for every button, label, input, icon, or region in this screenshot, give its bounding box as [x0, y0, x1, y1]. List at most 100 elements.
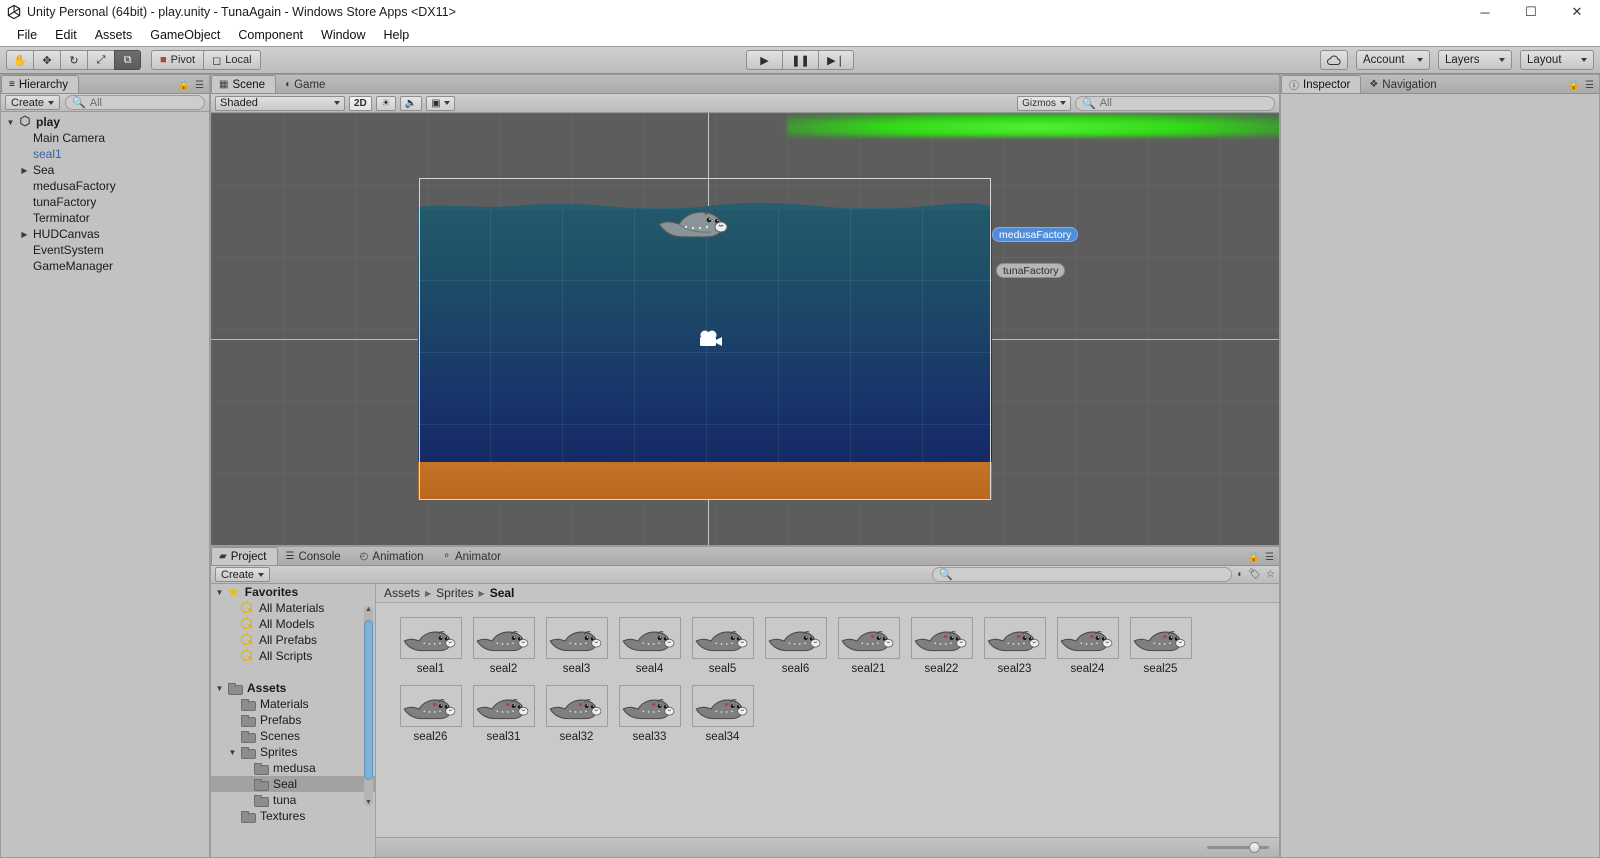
camera-gizmo-icon[interactable] — [698, 329, 724, 349]
project-tree-item-materials[interactable]: Materials — [211, 696, 375, 712]
asset-item[interactable]: seal26 — [394, 685, 467, 743]
gizmo-search-input[interactable]: 🔍 All — [1075, 95, 1275, 111]
hierarchy-item-tunafactory[interactable]: tunaFactory — [1, 194, 209, 210]
project-tree-item-favorites[interactable]: ▼ ★ Favorites — [211, 584, 375, 600]
panel-menu-icon[interactable]: ☰ — [195, 80, 204, 91]
asset-item[interactable]: seal24 — [1051, 617, 1124, 675]
project-tree-scrollbar[interactable]: ▲ ▼ — [364, 606, 373, 806]
hierarchy-item-medusafactory[interactable]: medusaFactory — [1, 178, 209, 194]
breadcrumb-item-seal[interactable]: Seal — [490, 586, 515, 600]
hierarchy-item-seal1[interactable]: seal1 — [1, 146, 209, 162]
scene-lighting-toggle[interactable]: ☀ — [375, 95, 396, 111]
collapse-arrow-icon[interactable]: ▼ — [227, 748, 238, 757]
tab-scene[interactable]: ▦ Scene — [211, 75, 277, 93]
gizmo-label-medusafactory[interactable]: medusaFactory — [992, 227, 1079, 242]
project-tree-item-all-prefabs[interactable]: All Prefabs — [211, 632, 375, 648]
rect-tool[interactable]: ⧉ — [114, 50, 141, 70]
rotate-tool[interactable]: ↻ — [60, 50, 87, 70]
menu-item-component[interactable]: Component — [229, 26, 312, 44]
toggle-2d-button[interactable]: 2D — [349, 95, 372, 111]
breadcrumb-item-assets[interactable]: Assets — [384, 586, 420, 600]
asset-item[interactable]: seal5 — [686, 617, 759, 675]
account-dropdown[interactable]: Account — [1356, 50, 1430, 70]
tab-hierarchy[interactable]: ≡ Hierarchy — [1, 75, 80, 93]
filter-by-type-icon[interactable]: ◐ — [1237, 569, 1243, 580]
breadcrumb-item-sprites[interactable]: Sprites — [436, 586, 473, 600]
expand-arrow-icon[interactable]: ▶ — [19, 166, 30, 175]
asset-item[interactable]: seal21 — [832, 617, 905, 675]
tab-animator[interactable]: ⚬ Animator — [435, 547, 512, 565]
project-tree-item-all-materials[interactable]: All Materials — [211, 600, 375, 616]
project-tree-item-all-models[interactable]: All Models — [211, 616, 375, 632]
collapse-arrow-icon[interactable]: ▼ — [5, 118, 16, 127]
gizmo-label-tunafactory[interactable]: tunaFactory — [996, 263, 1066, 278]
hierarchy-item-main-camera[interactable]: Main Camera — [1, 130, 209, 146]
hierarchy-item-hudcanvas[interactable]: ▶ HUDCanvas — [1, 226, 209, 242]
play-button[interactable]: ▶ — [746, 50, 782, 70]
tab-navigation[interactable]: ❖ Navigation — [1361, 75, 1447, 93]
gizmos-dropdown[interactable]: Gizmos — [1017, 95, 1071, 111]
menu-item-assets[interactable]: Assets — [86, 26, 142, 44]
tab-inspector[interactable]: ⓘ Inspector — [1281, 75, 1362, 93]
pause-button[interactable]: ❚❚ — [782, 50, 818, 70]
layout-dropdown[interactable]: Layout — [1520, 50, 1594, 70]
hand-tool[interactable]: ✋ — [6, 50, 33, 70]
hierarchy-search-input[interactable]: 🔍 All — [65, 95, 205, 110]
scroll-up-icon[interactable]: ▲ — [364, 606, 373, 613]
scrollbar-thumb[interactable] — [364, 620, 373, 780]
lock-icon[interactable]: 🔒 — [1248, 552, 1260, 563]
asset-item[interactable]: seal33 — [613, 685, 686, 743]
shading-mode-dropdown[interactable]: Shaded — [215, 95, 345, 111]
hierarchy-item-gamemanager[interactable]: GameManager — [1, 258, 209, 274]
project-tree-item-sprites[interactable]: ▼ Sprites — [211, 744, 375, 760]
panel-menu-icon[interactable]: ☰ — [1265, 552, 1274, 563]
tab-project[interactable]: ▰ Project — [211, 547, 278, 565]
asset-item[interactable]: seal6 — [759, 617, 832, 675]
collapse-arrow-icon[interactable]: ▼ — [214, 684, 225, 693]
project-search-input[interactable]: 🔍 — [932, 567, 1233, 582]
local-button[interactable]: ◻ Local — [203, 50, 261, 70]
project-tree-item-assets[interactable]: ▼ Assets — [211, 680, 375, 696]
asset-item[interactable]: seal34 — [686, 685, 759, 743]
close-button[interactable]: ✕ — [1554, 0, 1600, 24]
layers-dropdown[interactable]: Layers — [1438, 50, 1512, 70]
menu-item-help[interactable]: Help — [374, 26, 418, 44]
maximize-button[interactable]: ☐ — [1508, 0, 1554, 24]
hierarchy-item-eventsystem[interactable]: EventSystem — [1, 242, 209, 258]
project-tree-item-seal[interactable]: Seal — [211, 776, 375, 792]
project-tree-item-textures[interactable]: Textures — [211, 808, 375, 824]
pivot-button[interactable]: ■ Pivot — [151, 50, 204, 70]
asset-item[interactable]: seal22 — [905, 617, 978, 675]
expand-arrow-icon[interactable]: ▶ — [19, 230, 30, 239]
panel-menu-icon[interactable]: ☰ — [1585, 80, 1594, 91]
collapse-arrow-icon[interactable]: ▼ — [214, 588, 225, 597]
hierarchy-list[interactable]: ▼ play Main Camera seal1 ▶ Sea medusaFactory tu… — [1, 112, 209, 857]
asset-item[interactable]: seal4 — [613, 617, 686, 675]
menu-item-window[interactable]: Window — [312, 26, 374, 44]
menu-item-edit[interactable]: Edit — [46, 26, 86, 44]
hierarchy-item-terminator[interactable]: Terminator — [1, 210, 209, 226]
asset-item[interactable]: seal31 — [467, 685, 540, 743]
asset-item[interactable]: seal1 — [394, 617, 467, 675]
minimize-button[interactable]: ─ — [1462, 0, 1508, 24]
project-folder-tree[interactable]: ▼ ★ Favorites All Materials All Models All Pr… — [211, 584, 376, 857]
step-button[interactable]: ▶❘ — [818, 50, 854, 70]
scene-effects-toggle[interactable]: ▣ — [426, 95, 455, 111]
scale-tool[interactable]: ⤢ — [87, 50, 114, 70]
move-tool[interactable]: ✥ — [33, 50, 60, 70]
project-tree-item-prefabs[interactable]: Prefabs — [211, 712, 375, 728]
tab-animation[interactable]: ◴ Animation — [352, 547, 435, 565]
asset-item[interactable]: seal32 — [540, 685, 613, 743]
menu-item-gameobject[interactable]: GameObject — [141, 26, 229, 44]
tab-game[interactable]: ◖ Game — [276, 75, 336, 93]
menu-item-file[interactable]: File — [8, 26, 46, 44]
project-tree-item-all-scripts[interactable]: All Scripts — [211, 648, 375, 664]
filter-by-label-icon[interactable]: 🏷 — [1248, 569, 1261, 580]
project-tree-item-tuna[interactable]: tuna — [211, 792, 375, 808]
asset-item[interactable]: seal2 — [467, 617, 540, 675]
scroll-down-icon[interactable]: ▼ — [364, 799, 373, 806]
scene-viewport[interactable]: medusaFactory tunaFactory — [211, 113, 1279, 545]
seal-sprite-scene[interactable] — [657, 197, 735, 245]
project-tree-item-scenes[interactable]: Scenes — [211, 728, 375, 744]
lock-icon[interactable]: 🔒 — [178, 80, 190, 91]
